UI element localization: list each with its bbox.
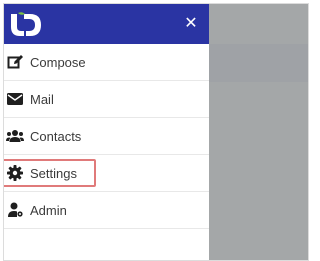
backdrop-header-strip (209, 44, 308, 82)
sidebar-item-label: Mail (30, 91, 54, 107)
sidebar-item-label: Contacts (30, 128, 82, 144)
sidebar-drawer: ✕ Compose Mail Contacts Settings Admin (4, 4, 209, 260)
sidebar-menu: Compose Mail Contacts Settings Admin (4, 44, 209, 229)
sidebar-item-label: Settings (30, 165, 77, 181)
sidebar-header: ✕ (4, 4, 209, 44)
backdrop-overlay[interactable] (209, 4, 308, 260)
sidebar-item-settings[interactable]: Settings (4, 155, 209, 192)
sidebar-item-contacts[interactable]: Contacts (4, 118, 209, 155)
compose-icon (6, 53, 24, 71)
sidebar-item-label: Admin (30, 202, 67, 218)
admin-icon (6, 201, 24, 219)
sidebar-item-mail[interactable]: Mail (4, 81, 209, 118)
sidebar-item-label: Compose (30, 54, 86, 70)
close-icon[interactable]: ✕ (181, 13, 201, 33)
gear-icon (6, 164, 24, 182)
sidebar-item-compose[interactable]: Compose (4, 44, 209, 81)
mail-icon (6, 90, 24, 108)
app-frame: ✕ Compose Mail Contacts Settings Admin (3, 3, 309, 261)
contacts-icon (6, 127, 24, 145)
sidebar-item-admin[interactable]: Admin (4, 192, 209, 229)
ud-logo (11, 12, 41, 36)
